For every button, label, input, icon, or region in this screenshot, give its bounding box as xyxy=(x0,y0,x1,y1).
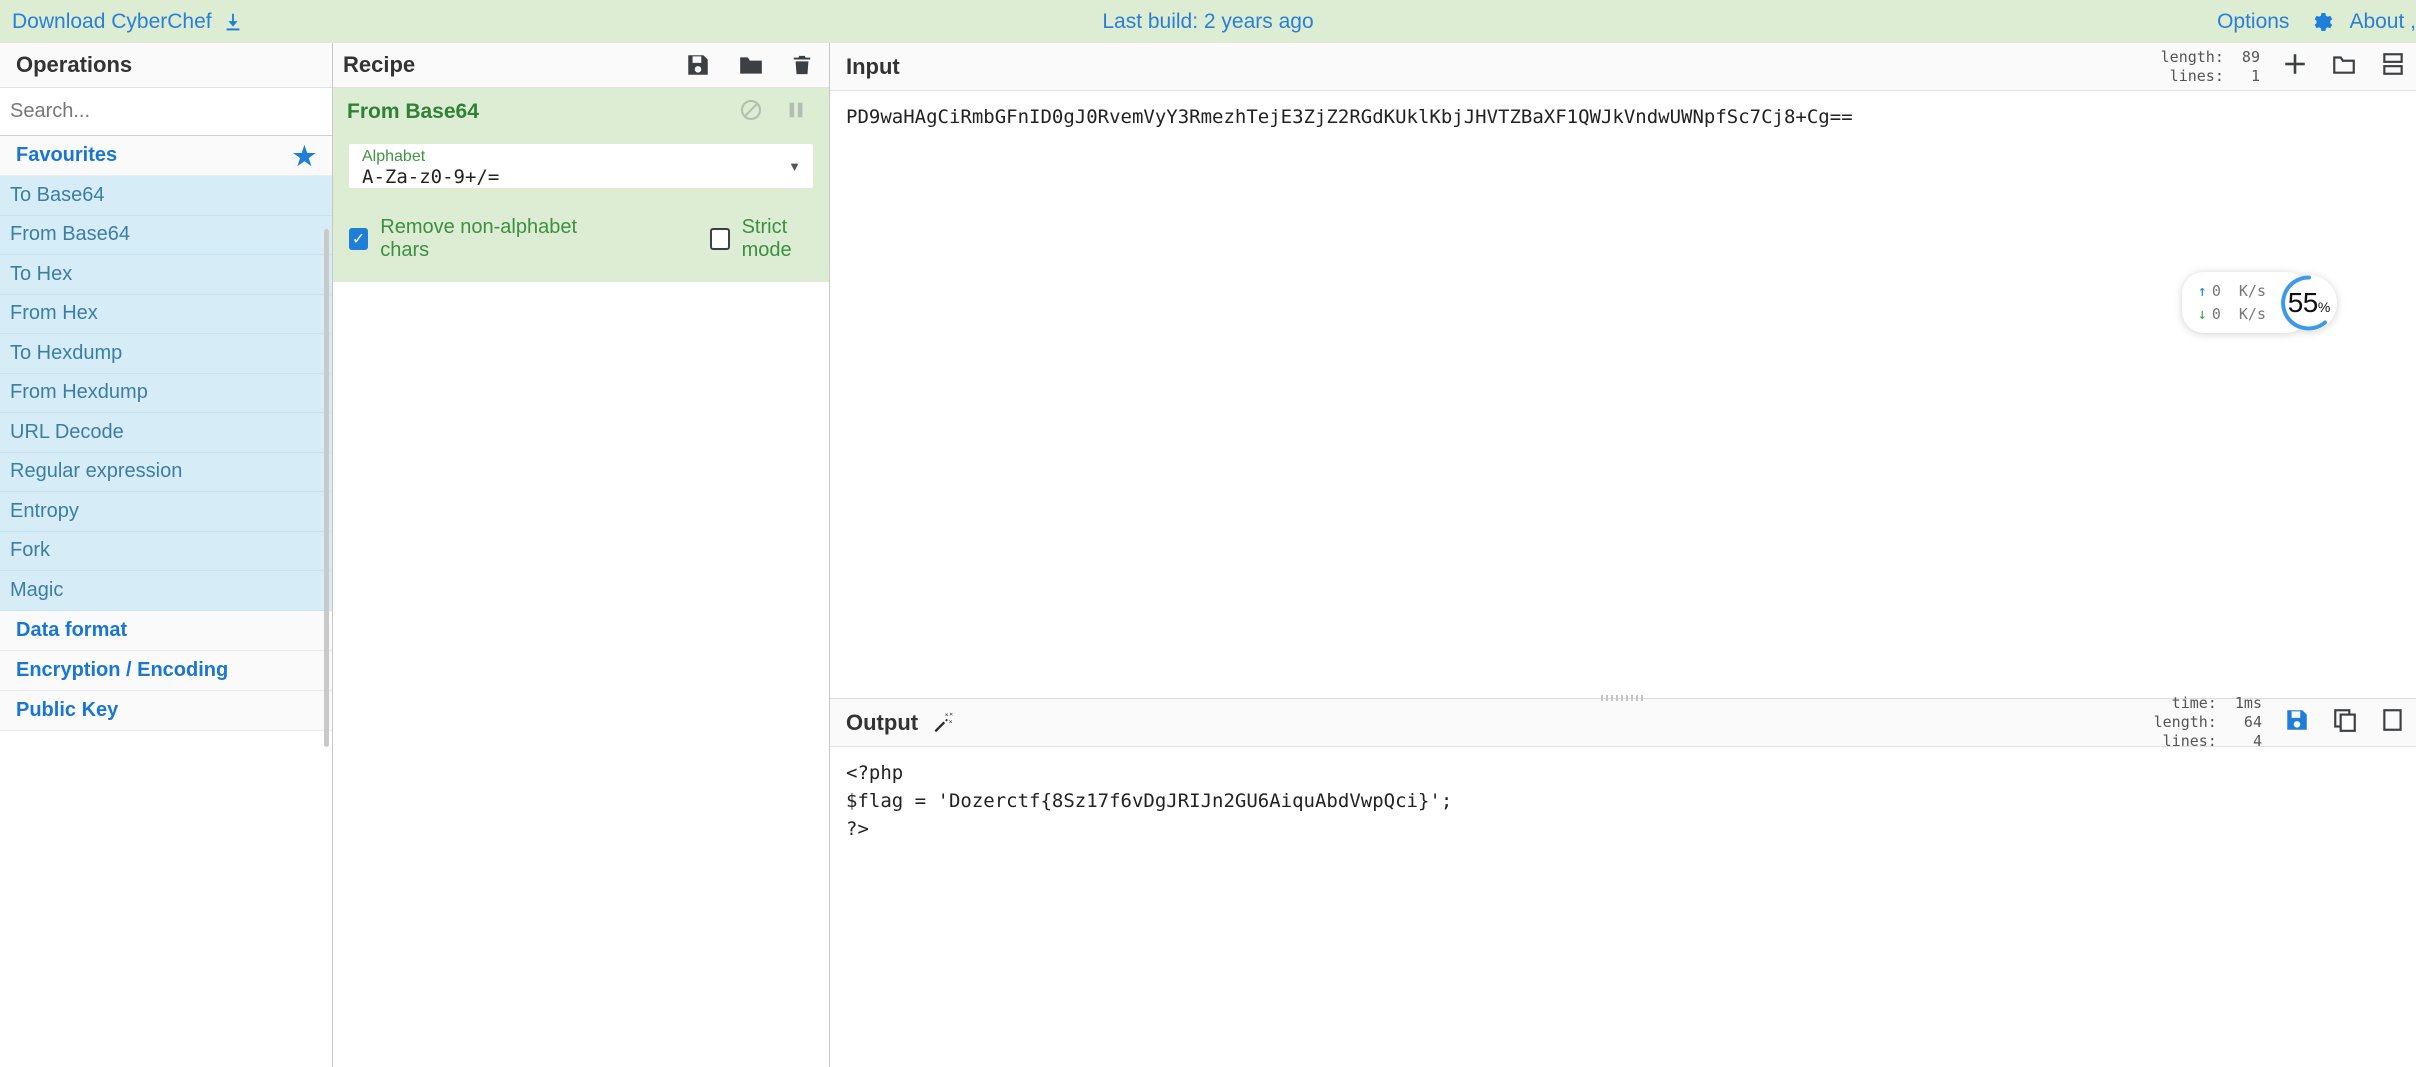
checkbox-remove-non-alphabet[interactable]: ✓ Remove non-alphabet chars xyxy=(349,216,600,262)
category-data-format-label: Data format xyxy=(16,619,127,642)
trash-icon[interactable] xyxy=(791,52,813,78)
output-meta: time: 1ms length: 64 lines: 4 xyxy=(2154,694,2262,750)
operations-title: Operations xyxy=(0,43,332,88)
category-favourites-label: Favourites xyxy=(16,144,117,167)
disable-icon[interactable] xyxy=(739,98,763,127)
folder-icon[interactable] xyxy=(2330,51,2358,82)
operation-from-base64[interactable]: From Base64 xyxy=(0,216,332,256)
banner-left: Download CyberChef xyxy=(12,10,244,34)
network-speed-widget: ↑ 0 K/s ↓ 0 K/s 55 % xyxy=(2182,272,2338,333)
replace-input-icon[interactable] xyxy=(2380,707,2406,738)
search-input[interactable] xyxy=(10,100,332,123)
output-toolbar xyxy=(2284,707,2406,738)
io-column: Input length: 89 lines: 1 xyxy=(830,43,2416,1067)
alphabet-field[interactable]: Alphabet A-Za-z0-9+/= ▼ xyxy=(349,144,813,188)
recipe-panel: Recipe xyxy=(333,43,830,1067)
operations-scrollbar[interactable] xyxy=(324,229,329,747)
options-link[interactable]: Options xyxy=(2217,10,2289,34)
download-speed-value: 0 K/s xyxy=(2212,303,2266,326)
save-icon[interactable] xyxy=(2284,707,2310,738)
input-toolbar xyxy=(2282,51,2406,82)
recipe-drop-area[interactable] xyxy=(333,282,829,1067)
download-speed-row: ↓ 0 K/s xyxy=(2198,303,2266,326)
download-cyberchef-link[interactable]: Download CyberChef xyxy=(12,10,212,34)
output-textarea[interactable]: <?php $flag = 'Dozerctf{8Sz17f6vDgJRIJn2… xyxy=(830,747,2416,1067)
percent-dial: 55 % xyxy=(2280,274,2338,332)
svg-text:✕: ✕ xyxy=(949,712,953,718)
operation-fork[interactable]: Fork xyxy=(0,532,332,572)
category-data-format[interactable]: Data format xyxy=(0,611,332,651)
operations-panel: Operations Favourites ★ To Base64 From B… xyxy=(0,43,333,1067)
operation-url-decode[interactable]: URL Decode xyxy=(0,413,332,453)
output-panel: Output ✕ ✕ ✕ time: 1ms length: 64 lines:… xyxy=(830,699,2416,1067)
operation-from-hexdump[interactable]: From Hexdump xyxy=(0,374,332,414)
category-encryption-encoding-label: Encryption / Encoding xyxy=(16,659,228,682)
recipe-header: Recipe xyxy=(333,43,829,88)
folder-icon[interactable] xyxy=(737,52,765,78)
io-splitter[interactable] xyxy=(1601,695,1645,701)
add-icon[interactable] xyxy=(2282,51,2308,82)
pause-icon[interactable] xyxy=(785,99,807,126)
checkbox-strict-mode-label: Strict mode xyxy=(742,216,829,262)
operations-list: Favourites ★ To Base64 From Base64 To He… xyxy=(0,136,332,1067)
input-panel: Input length: 89 lines: 1 xyxy=(830,43,2416,699)
percent-symbol: % xyxy=(2318,299,2330,315)
operation-to-hex[interactable]: To Hex xyxy=(0,255,332,295)
main-area: Operations Favourites ★ To Base64 From B… xyxy=(0,43,2416,1067)
save-icon[interactable] xyxy=(685,52,711,78)
chevron-down-icon[interactable]: ▼ xyxy=(788,159,801,174)
checkbox-strict-mode[interactable]: Strict mode xyxy=(710,216,829,262)
percent-readout: 55 % xyxy=(2280,274,2338,332)
recipe-title: Recipe xyxy=(343,52,415,78)
input-header: Input length: 89 lines: 1 xyxy=(830,43,2416,91)
input-textarea[interactable]: PD9waHAgCiRmbGFnID0gJ0RvemVyY3RmezhTejE3… xyxy=(830,91,2416,698)
output-header: Output ✕ ✕ ✕ time: 1ms length: 64 lines:… xyxy=(830,699,2416,747)
upload-speed-value: 0 K/s xyxy=(2212,280,2266,303)
star-icon[interactable]: ★ xyxy=(293,143,316,169)
alphabet-value: A-Za-z0-9+/= xyxy=(362,166,499,188)
category-encryption-encoding[interactable]: Encryption / Encoding xyxy=(0,651,332,691)
checkbox-unchecked-icon[interactable] xyxy=(710,228,730,250)
recipe-toolbar xyxy=(685,52,813,78)
top-banner: Download CyberChef Last build: 2 years a… xyxy=(0,0,2416,43)
magic-wand-icon[interactable]: ✕ ✕ ✕ xyxy=(930,711,954,735)
banner-center: Last build: 2 years ago xyxy=(1102,10,1313,34)
recipe-operation-from-base64[interactable]: From Base64 xyxy=(333,88,829,282)
about-link[interactable]: About , xyxy=(2349,10,2416,34)
category-public-key-label: Public Key xyxy=(16,699,118,722)
cyberchef-app: Download CyberChef Last build: 2 years a… xyxy=(0,0,2416,1067)
alphabet-label: Alphabet xyxy=(362,148,425,166)
arrow-down-icon: ↓ xyxy=(2198,303,2207,326)
operation-from-hex[interactable]: From Hex xyxy=(0,295,332,335)
last-build-link[interactable]: Last build: 2 years ago xyxy=(1102,10,1313,33)
operations-search-row[interactable] xyxy=(0,88,332,136)
operation-to-hexdump[interactable]: To Hexdump xyxy=(0,334,332,374)
recipe-operation-name: From Base64 xyxy=(347,100,479,124)
operation-entropy[interactable]: Entropy xyxy=(0,492,332,532)
arrow-up-icon: ↑ xyxy=(2198,280,2207,303)
output-title: Output xyxy=(846,710,918,736)
percent-value: 55 xyxy=(2288,287,2318,319)
input-title: Input xyxy=(846,54,900,80)
gear-icon[interactable] xyxy=(2309,10,2333,34)
copy-tabs-icon[interactable] xyxy=(2380,51,2406,82)
recipe-operation-controls xyxy=(739,98,807,127)
download-icon[interactable] xyxy=(222,11,244,33)
input-meta: length: 89 lines: 1 xyxy=(2161,48,2260,86)
operation-magic[interactable]: Magic xyxy=(0,571,332,611)
upload-speed-row: ↑ 0 K/s xyxy=(2198,280,2266,303)
checkbox-checked-icon[interactable]: ✓ xyxy=(349,228,368,250)
category-public-key[interactable]: Public Key xyxy=(0,691,332,731)
checkbox-remove-non-alphabet-label: Remove non-alphabet chars xyxy=(380,216,600,262)
operation-checkboxes: ✓ Remove non-alphabet chars Strict mode xyxy=(333,188,829,262)
recipe-operation-header: From Base64 xyxy=(333,88,829,136)
svg-text:✕: ✕ xyxy=(949,719,953,725)
category-favourites[interactable]: Favourites ★ xyxy=(0,136,332,176)
copy-icon[interactable] xyxy=(2332,707,2358,738)
operation-regular-expression[interactable]: Regular expression xyxy=(0,453,332,493)
banner-right: Options About , xyxy=(2217,10,2416,34)
operation-to-base64[interactable]: To Base64 xyxy=(0,176,332,216)
